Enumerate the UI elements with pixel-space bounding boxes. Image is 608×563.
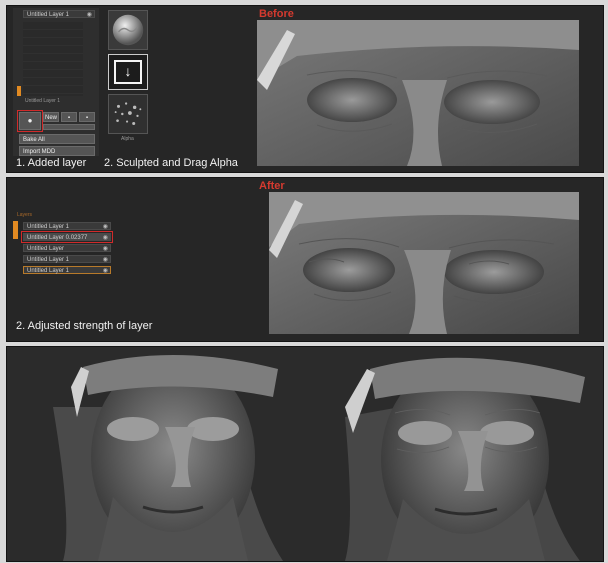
highlight-box [17, 110, 43, 132]
layer-row-label: Untitled Layer [27, 246, 65, 252]
arrow-down-icon: ↓ [124, 63, 132, 79]
alpha-thumbnail[interactable] [108, 94, 148, 134]
layer-palette-after: Layers Untitled Layer 1 ◉ Untitled Layer … [13, 212, 113, 286]
palette-header[interactable]: Untitled Layer 1 ◉ [23, 10, 95, 18]
comparison-panel [6, 346, 604, 562]
import-mdd-button[interactable]: Import MDD [19, 146, 95, 156]
highlight-box [21, 231, 113, 243]
caption-sculpted: 2. Sculpted and Drag Alpha [104, 157, 238, 169]
layer-row-label: Untitled Layer 1 [27, 224, 70, 230]
bake-all-button[interactable]: Bake All [19, 134, 95, 144]
before-panel: Untitled Layer 1 ◉ Untitled Layer 1 ● Ne… [6, 5, 604, 173]
eye-icon[interactable]: ◉ [103, 223, 108, 231]
layer-label: Untitled Layer 1 [25, 98, 61, 104]
layer-palette: Untitled Layer 1 ◉ Untitled Layer 1 ● Ne… [13, 8, 99, 156]
drag-stroke-thumbnail[interactable]: ↓ [108, 54, 148, 90]
after-full-render [325, 347, 603, 561]
duplicate-layer-button[interactable]: ▪ [61, 112, 77, 122]
after-face-render [269, 192, 579, 334]
after-label: After [259, 180, 285, 192]
layer-row[interactable]: Untitled Layer 1 ◉ [23, 266, 111, 274]
sphere-icon [112, 14, 144, 46]
layer-row[interactable]: Untitled Layer ◉ [23, 244, 111, 252]
palette-header-label: Untitled Layer 1 [27, 12, 70, 18]
alpha-caption: Alpha [121, 136, 134, 142]
layer-slider[interactable] [17, 86, 21, 96]
sphere-brush-thumbnail[interactable] [108, 10, 148, 50]
before-label: Before [259, 8, 294, 20]
palette-title: Layers [17, 212, 33, 218]
caption-adjusted: 2. Adjusted strength of layer [16, 320, 153, 332]
new-layer-button[interactable]: New [43, 112, 59, 122]
before-full-render [33, 347, 315, 561]
eye-icon[interactable]: ◉ [103, 245, 108, 253]
caption-added-layer: 1. Added layer [16, 157, 87, 169]
layer-row-label: Untitled Layer 1 [27, 257, 70, 263]
layer-option-button[interactable] [43, 124, 95, 130]
eye-icon[interactable]: ◉ [103, 256, 108, 264]
eye-icon[interactable]: ◉ [103, 267, 108, 275]
before-face-render [257, 20, 579, 166]
after-panel: Layers Untitled Layer 1 ◉ Untitled Layer … [6, 177, 604, 342]
layer-active-bar [13, 221, 18, 239]
layer-row[interactable]: Untitled Layer 1 ◉ [23, 222, 111, 230]
layer-row-label: Untitled Layer 1 [27, 268, 70, 274]
delete-layer-button[interactable]: ▪ [79, 112, 95, 122]
layer-list-empty [23, 22, 83, 96]
layer-row[interactable]: Untitled Layer 1 ◉ [23, 255, 111, 263]
eye-icon[interactable]: ◉ [87, 11, 92, 19]
alpha-noise-icon [114, 102, 142, 126]
